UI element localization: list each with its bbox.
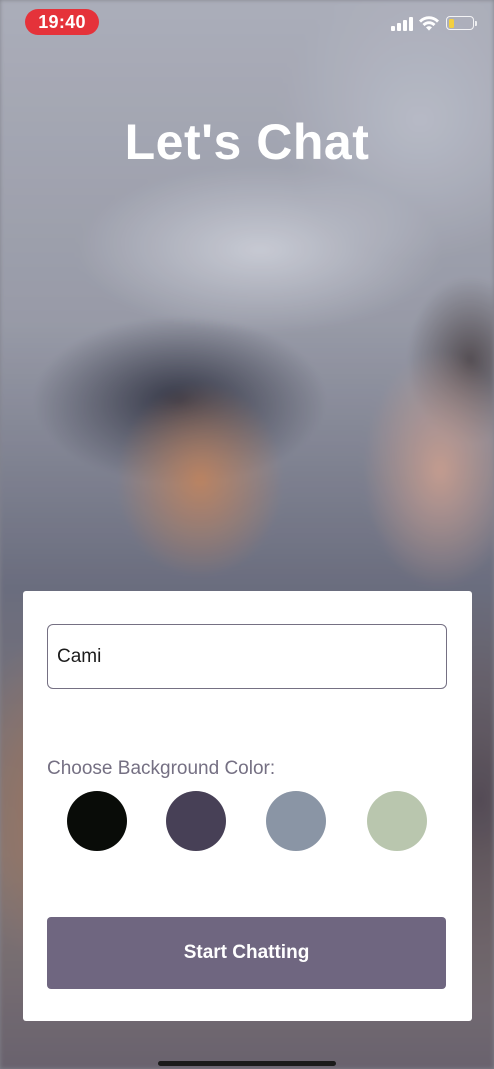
home-indicator	[158, 1061, 336, 1066]
color-swatch-purple[interactable]	[166, 791, 226, 851]
status-bar: 19:40	[0, 0, 494, 44]
start-chatting-button[interactable]: Start Chatting	[47, 917, 446, 989]
color-swatch-green[interactable]	[367, 791, 427, 851]
battery-icon	[446, 16, 477, 30]
color-swatch-black[interactable]	[67, 791, 127, 851]
name-input[interactable]	[47, 624, 447, 689]
color-label: Choose Background Color:	[47, 758, 276, 779]
wifi-icon	[418, 14, 440, 32]
start-form-card: Choose Background Color: Start Chatting	[23, 591, 472, 1021]
app-title: Let's Chat	[124, 114, 370, 170]
signal-icon	[391, 15, 415, 31]
battery-level	[448, 18, 454, 28]
color-swatch-gray-blue[interactable]	[266, 791, 326, 851]
status-time: 19:40	[25, 9, 99, 35]
